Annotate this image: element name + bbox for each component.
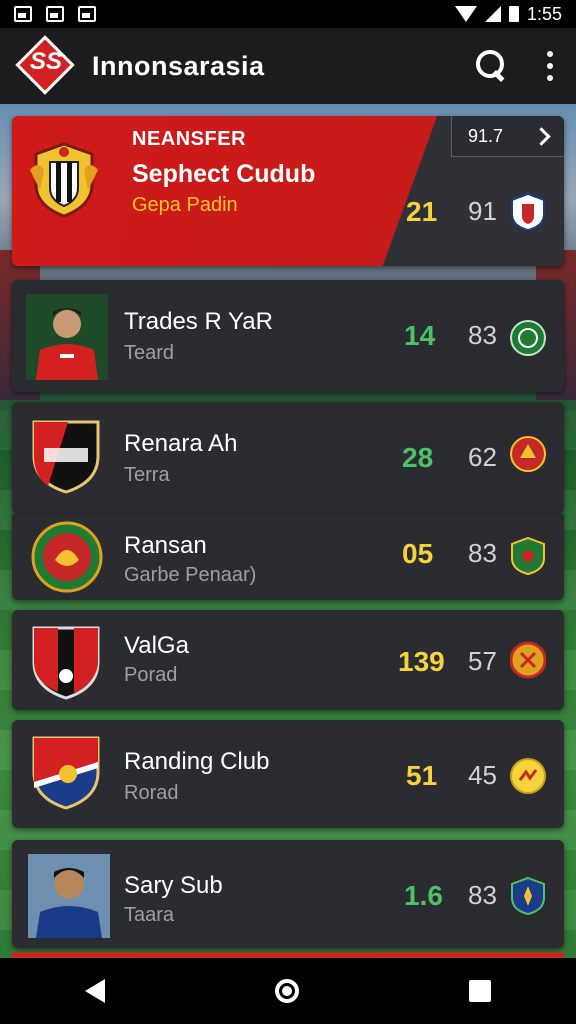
player-photo-icon	[28, 854, 110, 938]
list-item-name: ValGa	[124, 632, 189, 659]
list-item-sub: Garbe Penaar)	[124, 564, 257, 586]
green-shield-crest-icon	[511, 536, 545, 576]
app-bar: SS Innonsarasia	[0, 28, 576, 104]
signal-icon	[484, 6, 501, 22]
list-item-stat-primary: 1.6	[404, 880, 443, 911]
list-item-sub: Porad	[124, 664, 178, 686]
list-item[interactable]: Randing Club Rorad 51 45	[12, 720, 564, 828]
status-left	[14, 6, 96, 22]
shield-badge-icon	[511, 192, 545, 232]
blue-shield-crest-icon	[511, 876, 545, 916]
list-item-stat-primary: 14	[404, 320, 436, 351]
club-crest-icon	[32, 626, 100, 700]
list-item-stat-primary: 139	[398, 646, 445, 677]
list-item-name: Renara Ah	[124, 430, 238, 457]
red-round-crest-icon	[510, 436, 546, 472]
list-item-name: Trades R YaR	[124, 308, 273, 335]
club-crest-icon	[32, 420, 100, 494]
list-item-sub: Rorad	[124, 782, 179, 804]
featured-top-box[interactable]: 91.7	[451, 116, 564, 157]
photo-notification-icon	[46, 6, 64, 22]
battery-icon	[508, 6, 519, 22]
app-title: Innonsarasia	[92, 50, 265, 81]
more-options-icon[interactable]	[540, 48, 560, 84]
chevron-right-icon	[532, 126, 551, 146]
featured-stat-primary: 21	[406, 196, 438, 227]
system-nav-bar	[0, 958, 576, 1024]
list-item-stat-secondary: 83	[468, 320, 497, 350]
list-item-name: Ransan	[124, 532, 207, 559]
wifi-icon	[454, 6, 477, 22]
featured-title: Sephect Cudub	[132, 160, 316, 188]
club-crest-icon	[31, 521, 103, 593]
list-item-stat-secondary: 83	[468, 538, 497, 568]
list-item-stat-secondary: 45	[468, 760, 497, 790]
app-logo-icon: SS	[15, 35, 76, 95]
featured-club-crest-icon	[30, 142, 98, 218]
list-item-sub: Teard	[124, 342, 175, 364]
featured-top-value: 91.7	[467, 125, 504, 146]
player-photo-icon	[26, 294, 108, 380]
club-crest-icon	[32, 736, 100, 810]
featured-club-card[interactable]: NEANSFER Sephect Cudub Gepa Padin 91.7 2…	[12, 116, 564, 266]
home-icon[interactable]	[275, 979, 299, 1003]
list-item-stat-secondary: 62	[468, 442, 497, 472]
list-item-sub: Taara	[124, 904, 175, 926]
featured-stat-secondary: 91	[468, 196, 497, 226]
list-item-stat-secondary: 83	[468, 880, 497, 910]
list-item-name: Sary Sub	[124, 872, 223, 899]
featured-tag: NEANSFER	[132, 128, 247, 150]
search-icon[interactable]	[474, 48, 510, 84]
green-round-crest-icon	[510, 320, 546, 356]
list-item[interactable]: Trades R YaR Teard 14 83	[12, 280, 564, 392]
list-item[interactable]: Renara Ah Terra 28 62	[12, 402, 564, 514]
list-item-stat-secondary: 57	[468, 646, 497, 676]
yellow-round-crest-icon	[510, 758, 546, 794]
list-item-name: Randing Club	[124, 748, 270, 775]
orange-round-crest-icon	[510, 641, 546, 679]
list-item[interactable]: Sary Sub Taara 1.6 83	[12, 840, 564, 948]
back-icon[interactable]	[85, 979, 105, 1003]
list-item[interactable]: Ransan Garbe Penaar) 05 83	[12, 514, 564, 600]
featured-subtitle: Gepa Padin	[132, 194, 238, 216]
app-notification-icon	[78, 6, 96, 22]
list-item-stat-primary: 05	[402, 538, 434, 569]
list-item-stat-primary: 28	[402, 442, 434, 473]
status-time: 1:55	[526, 3, 562, 24]
status-bar: 1:55	[0, 0, 576, 28]
list-item-sub: Terra	[124, 464, 170, 486]
status-right: 1:55	[454, 3, 562, 25]
image-notification-icon	[14, 6, 32, 22]
list-item-stat-primary: 51	[406, 760, 438, 791]
list-item[interactable]: ValGa Porad 139 57	[12, 610, 564, 710]
recent-apps-icon[interactable]	[469, 980, 491, 1002]
